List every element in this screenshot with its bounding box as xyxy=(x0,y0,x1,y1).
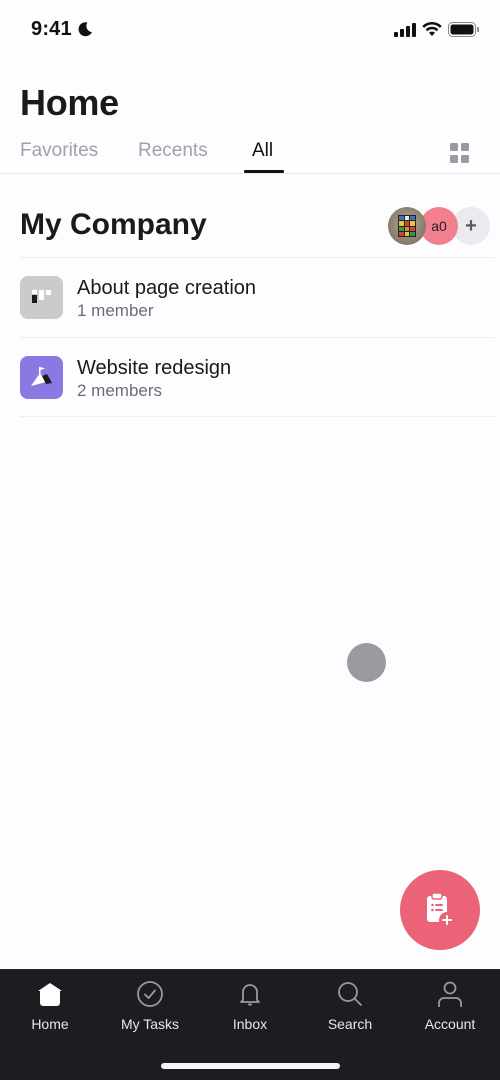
nav-inbox[interactable]: Inbox xyxy=(200,970,300,1040)
cellular-signal-icon xyxy=(394,22,416,37)
project-item[interactable]: Website redesign 2 members xyxy=(0,338,500,416)
project-members: 2 members xyxy=(77,381,163,400)
nav-label: Account xyxy=(424,1016,476,1032)
nav-label: Home xyxy=(31,1016,69,1032)
home-icon xyxy=(38,983,62,1006)
project-members: 1 member xyxy=(77,301,154,320)
touch-indicator xyxy=(347,643,386,682)
bell-icon xyxy=(240,984,260,1006)
tab-bar-top: Favorites Recents All xyxy=(0,132,500,174)
status-time: 9:41 xyxy=(31,18,72,40)
nav-search[interactable]: Search xyxy=(300,970,400,1040)
avatar-photo[interactable] xyxy=(388,207,426,245)
tab-favorites[interactable]: Favorites xyxy=(20,140,98,162)
add-task-button[interactable] xyxy=(400,870,480,950)
workspace-title: My Company xyxy=(20,208,207,241)
nav-home[interactable]: Home xyxy=(0,970,100,1040)
status-bar: 9:41 xyxy=(0,0,500,60)
home-indicator[interactable] xyxy=(161,1063,340,1069)
battery-icon xyxy=(448,22,479,37)
search-icon xyxy=(338,982,362,1006)
mountain-flag-icon xyxy=(20,356,63,399)
tab-recents[interactable]: Recents xyxy=(138,140,208,162)
project-name: Website redesign xyxy=(77,357,232,379)
moon-icon xyxy=(78,22,92,37)
divider xyxy=(20,416,494,417)
bottom-navigation: Home My Tasks Inbox Search Account xyxy=(0,969,500,1080)
grid-icon xyxy=(450,143,458,151)
status-icons xyxy=(394,22,480,37)
add-task-clipboard-icon xyxy=(427,892,455,928)
nav-account[interactable]: Account xyxy=(400,970,500,1040)
grid-view-toggle-button[interactable] xyxy=(450,143,470,163)
project-name: About page creation xyxy=(77,277,257,299)
nav-label: My Tasks xyxy=(120,1016,180,1032)
board-icon xyxy=(20,276,63,319)
wifi-icon xyxy=(422,22,442,36)
person-icon xyxy=(438,981,462,1007)
project-item[interactable]: About page creation 1 member xyxy=(0,258,500,336)
page-title: Home xyxy=(20,82,119,123)
nav-label: Inbox xyxy=(232,1016,268,1032)
active-tab-indicator xyxy=(244,170,284,173)
nav-label: Search xyxy=(327,1016,373,1032)
check-circle-icon xyxy=(137,981,163,1007)
rubiks-cube-photo xyxy=(398,215,416,237)
workspace-members[interactable]: a0 + xyxy=(388,207,490,245)
nav-my-tasks[interactable]: My Tasks xyxy=(100,970,200,1040)
tab-all[interactable]: All xyxy=(252,140,273,162)
